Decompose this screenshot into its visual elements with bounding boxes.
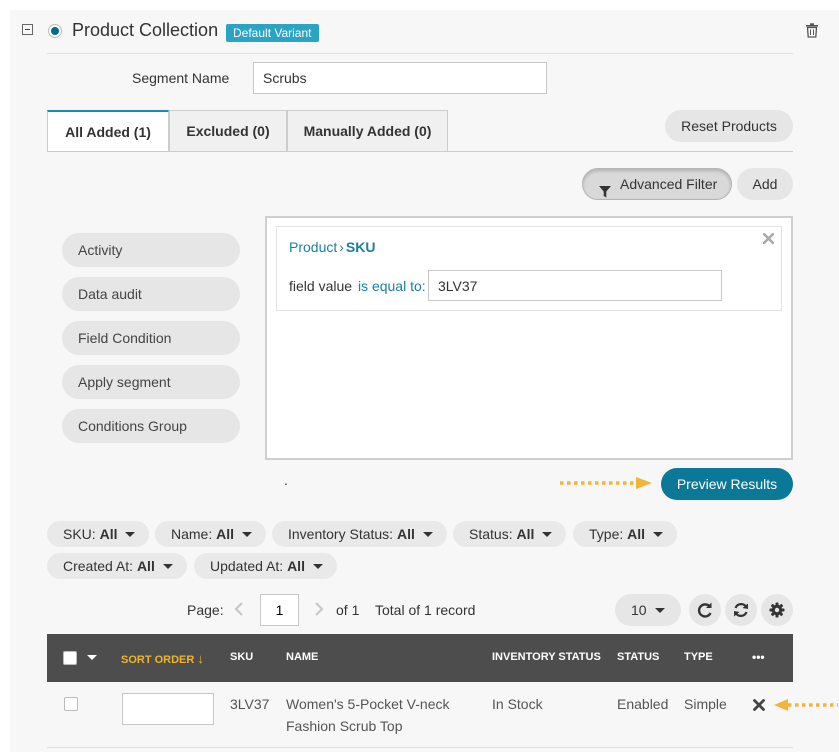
page-size-select[interactable]: 10	[615, 594, 681, 626]
row-status: Enabled	[617, 696, 669, 712]
condition-entity-link[interactable]: Product	[289, 239, 337, 255]
refresh-button[interactable]	[725, 594, 757, 626]
row-type: Simple	[684, 696, 727, 712]
caret-down-icon	[162, 564, 173, 569]
header-divider	[47, 53, 793, 54]
row-divider	[47, 747, 793, 748]
tabs-baseline	[47, 151, 793, 152]
sidebar-item-apply-segment[interactable]: Apply segment	[62, 365, 240, 399]
filter-icon	[599, 178, 611, 208]
default-variant-badge: Default Variant	[226, 24, 319, 42]
sidebar-item-conditions-group[interactable]: Conditions Group	[62, 409, 240, 443]
caret-down-icon	[125, 532, 136, 537]
page-title: Product Collection	[72, 20, 219, 40]
condition-field-link[interactable]: SKU	[346, 239, 376, 255]
filter-type[interactable]: Type: All	[573, 521, 678, 547]
next-page-icon[interactable]	[314, 601, 324, 620]
segment-name-input[interactable]	[253, 62, 547, 94]
column-header-type[interactable]: TYPE	[684, 651, 713, 663]
row-checkbox[interactable]	[64, 697, 78, 711]
prev-page-icon[interactable]	[234, 601, 244, 620]
condition-expression: field value is equal to:	[289, 278, 426, 294]
filter-created-at[interactable]: Created At: All	[47, 553, 187, 579]
segment-name-label: Segment Name	[132, 70, 230, 86]
remove-row-icon[interactable]	[753, 698, 765, 714]
reset-button[interactable]	[689, 594, 721, 626]
condition-path-separator: ›	[339, 239, 344, 255]
total-records-label: Total of 1 record	[375, 602, 476, 618]
remove-condition-icon[interactable]	[762, 231, 775, 247]
column-header-sku[interactable]: SKU	[230, 651, 253, 663]
arrow-left-icon	[772, 698, 839, 715]
row-name-line-1: Women's 5-Pocket V-neck	[286, 696, 450, 712]
default-radio[interactable]	[48, 24, 62, 38]
condition-value-input[interactable]	[428, 270, 722, 301]
reset-products-button[interactable]: Reset Products	[665, 110, 793, 142]
caret-down-icon	[654, 608, 665, 613]
arrow-right-icon	[558, 476, 654, 493]
tab-manually-added[interactable]: Manually Added (0)	[287, 110, 448, 151]
filter-status[interactable]: Status: All	[453, 521, 567, 547]
preview-results-button[interactable]: Preview Results	[661, 468, 793, 500]
gear-icon	[769, 602, 785, 618]
column-header-name[interactable]: NAME	[286, 651, 318, 663]
mass-action-caret-icon[interactable]	[87, 655, 97, 671]
sort-down-icon: ↓	[197, 651, 204, 666]
caret-down-icon	[422, 532, 433, 537]
advanced-filter-button[interactable]: Advanced Filter	[582, 168, 732, 200]
sidebar-item-field-condition[interactable]: Field Condition	[62, 321, 240, 355]
row-inventory-status: In Stock	[492, 696, 543, 712]
operator-link[interactable]: is equal to:	[358, 278, 426, 294]
row-name-line-2: Fashion Scrub Top	[286, 718, 403, 734]
sidebar-item-activity[interactable]: Activity	[62, 233, 240, 267]
condition-path: Product › SKU	[289, 239, 375, 255]
caret-down-icon	[242, 532, 253, 537]
caret-down-icon	[542, 532, 553, 537]
tab-all-added[interactable]: All Added (1)	[47, 110, 169, 152]
filter-name[interactable]: Name: All	[155, 521, 267, 547]
filter-updated-at[interactable]: Updated At: All	[194, 553, 337, 579]
column-options-icon[interactable]: •••	[752, 650, 765, 664]
row-sku: 3LV37	[230, 696, 270, 712]
settings-button[interactable]	[761, 594, 793, 626]
sidebar-item-data-audit[interactable]: Data audit	[62, 277, 240, 311]
column-header-sort-order[interactable]: SORT ORDER ↓	[121, 651, 204, 666]
page-count-label: of 1	[336, 602, 360, 618]
column-header-status[interactable]: STATUS	[617, 651, 659, 663]
sort-order-input[interactable]	[122, 693, 214, 725]
add-button[interactable]: Add	[737, 168, 793, 200]
status-dot: .	[284, 472, 288, 488]
tab-excluded[interactable]: Excluded (0)	[169, 110, 287, 151]
refresh-icon	[734, 603, 748, 617]
field-value-label: field value	[289, 278, 353, 294]
page-label: Page:	[187, 602, 224, 618]
filter-sku[interactable]: SKU: All	[47, 521, 150, 547]
trash-icon[interactable]	[805, 23, 819, 41]
filter-inventory-status[interactable]: Inventory Status: All	[272, 521, 447, 547]
collapse-toggle-icon[interactable]	[22, 24, 33, 35]
column-header-inventory-status[interactable]: INVENTORY STATUS	[492, 651, 601, 663]
caret-down-icon	[312, 564, 323, 569]
page-number-input[interactable]	[260, 594, 299, 626]
caret-down-icon	[653, 532, 664, 537]
advanced-filter-label: Advanced Filter	[620, 176, 718, 192]
select-all-checkbox[interactable]	[63, 651, 77, 665]
reload-icon	[697, 602, 712, 618]
